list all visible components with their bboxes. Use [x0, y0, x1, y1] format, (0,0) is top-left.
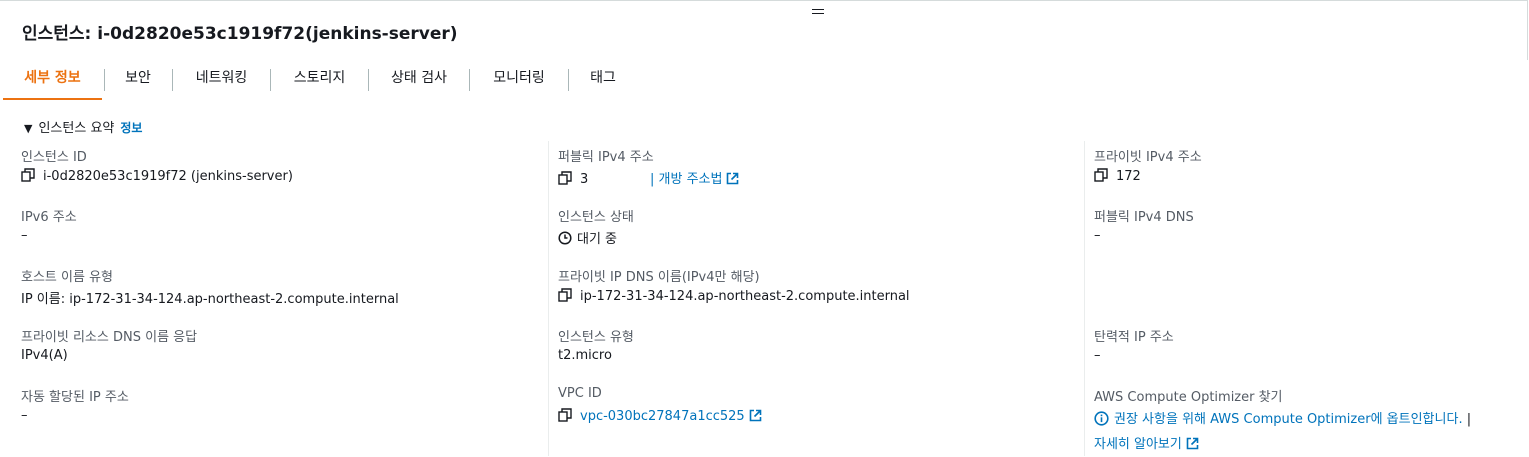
- clock-icon: [558, 231, 572, 249]
- field-public-ipv4-dns: 퍼블릭 IPv4 DNS –: [1094, 206, 1194, 243]
- tab-divider: [469, 69, 470, 91]
- hostname-type-value: IP 이름: ip-172-31-34-124.ap-northeast-2.c…: [21, 292, 399, 307]
- field-label: 프라이빗 리소스 DNS 이름 응답: [21, 330, 198, 345]
- tab-divider: [368, 69, 369, 91]
- instance-summary-section: ▼ 인스턴스 요약 정보 인스턴스 ID i-0d2820e53c1919f72 (…: [0, 100, 1528, 456]
- caret-down-icon[interactable]: ▼: [24, 122, 32, 135]
- field-label: 퍼블릭 IPv4 DNS: [1094, 210, 1194, 225]
- field-resource-dns: 프라이빗 리소스 DNS 이름 응답 IPv4(A): [21, 326, 198, 363]
- field-instance-state: 인스턴스 상태 대기 중: [558, 206, 634, 247]
- tab-storage[interactable]: 스토리지: [272, 60, 367, 98]
- column-divider: [548, 141, 549, 456]
- field-label: 프라이빗 IP DNS 이름(IPv4만 해당): [558, 270, 760, 285]
- field-public-ipv4: 퍼블릭 IPv4 주소 3 | 개방 주소법: [558, 146, 739, 187]
- panel-header: 인스턴스: i-0d2820e53c1919f72(jenkins-server…: [0, 0, 1528, 61]
- page-title: 인스턴스: i-0d2820e53c1919f72(jenkins-server…: [22, 24, 458, 44]
- tab-tags[interactable]: 태그: [570, 60, 636, 98]
- external-link-icon[interactable]: [726, 172, 739, 189]
- copy-icon[interactable]: [558, 288, 572, 306]
- field-label: 자동 할당된 IP 주소: [21, 390, 129, 405]
- tab-divider: [172, 69, 173, 91]
- field-label: IPv6 주소: [21, 210, 77, 225]
- field-instance-id: 인스턴스 ID i-0d2820e53c1919f72 (jenkins-ser…: [21, 146, 293, 184]
- field-label: 퍼블릭 IPv4 주소: [558, 150, 654, 165]
- info-link[interactable]: 정보: [120, 121, 142, 135]
- field-vpc-id: VPC ID vpc-030bc27847a1cc525: [558, 386, 762, 424]
- field-private-ipv4: 프라이빗 IPv4 주소 172: [1094, 146, 1202, 184]
- field-label: 호스트 이름 유형: [21, 270, 113, 285]
- public-ipv4-dns-value: –: [1094, 228, 1101, 243]
- instance-id-value: i-0d2820e53c1919f72 (jenkins-server): [43, 169, 293, 184]
- tab-divider: [104, 69, 105, 91]
- separator-text: |: [1466, 412, 1472, 427]
- tab-status-checks[interactable]: 상태 검사: [370, 60, 468, 98]
- tab-networking[interactable]: 네트워킹: [174, 60, 269, 98]
- field-label: VPC ID: [558, 386, 602, 401]
- field-label: 인스턴스 유형: [558, 330, 634, 345]
- learn-more-link[interactable]: 자세히 알아보기: [1094, 437, 1182, 452]
- vpc-id-link[interactable]: vpc-030bc27847a1cc525: [580, 409, 745, 424]
- external-link-icon[interactable]: [749, 409, 762, 426]
- field-instance-type: 인스턴스 유형 t2.micro: [558, 326, 634, 363]
- field-label: 인스턴스 상태: [558, 210, 634, 225]
- column-divider: [1084, 141, 1085, 456]
- field-compute-optimizer: AWS Compute Optimizer 찾기 권장 사항을 위해 AWS C…: [1094, 386, 1471, 452]
- copy-icon[interactable]: [21, 168, 35, 186]
- copy-icon[interactable]: [558, 408, 572, 426]
- open-address-link[interactable]: | 개방 주소법: [650, 172, 722, 187]
- field-elastic-ip: 탄력적 IP 주소 –: [1094, 326, 1174, 363]
- resource-dns-value: IPv4(A): [21, 348, 68, 363]
- external-link-icon[interactable]: [1186, 437, 1199, 454]
- field-ipv6: IPv6 주소 –: [21, 206, 77, 243]
- instance-state-value: 대기 중: [577, 232, 618, 247]
- field-auto-ip: 자동 할당된 IP 주소 –: [21, 386, 129, 423]
- tab-security[interactable]: 보안: [106, 60, 170, 98]
- auto-ip-value: –: [21, 408, 28, 423]
- tab-monitoring[interactable]: 모니터링: [471, 60, 567, 98]
- tab-divider: [270, 69, 271, 91]
- private-ip-dns-value: ip-172-31-34-124.ap-northeast-2.compute.…: [580, 289, 910, 304]
- field-label: 인스턴스 ID: [21, 150, 87, 165]
- field-label: 탄력적 IP 주소: [1094, 330, 1174, 345]
- private-ipv4-value: 172: [1116, 169, 1141, 184]
- ipv6-value: –: [21, 228, 28, 243]
- copy-icon[interactable]: [558, 171, 572, 189]
- elastic-ip-value: –: [1094, 348, 1101, 363]
- info-icon: [1094, 411, 1109, 430]
- instance-type-value: t2.micro: [558, 348, 612, 363]
- tab-details[interactable]: 세부 정보: [3, 60, 102, 101]
- copy-icon[interactable]: [1094, 168, 1108, 186]
- field-label: 프라이빗 IPv4 주소: [1094, 150, 1202, 165]
- field-label: AWS Compute Optimizer 찾기: [1094, 390, 1283, 405]
- summary-header[interactable]: ▼ 인스턴스 요약 정보: [24, 117, 142, 136]
- tab-divider: [568, 69, 569, 91]
- field-private-ip-dns: 프라이빗 IP DNS 이름(IPv4만 해당) ip-172-31-34-12…: [558, 266, 910, 304]
- field-hostname-type: 호스트 이름 유형 IP 이름: ip-172-31-34-124.ap-nor…: [21, 266, 399, 307]
- public-ipv4-value: 3: [580, 172, 589, 187]
- tab-bar: 세부 정보 보안 네트워킹 스토리지 상태 검사 모니터링 태그: [0, 60, 1528, 101]
- optimizer-opt-in-link[interactable]: 권장 사항을 위해 AWS Compute Optimizer에 옵트인합니다.: [1114, 412, 1463, 427]
- summary-title: 인스턴스 요약: [38, 121, 115, 136]
